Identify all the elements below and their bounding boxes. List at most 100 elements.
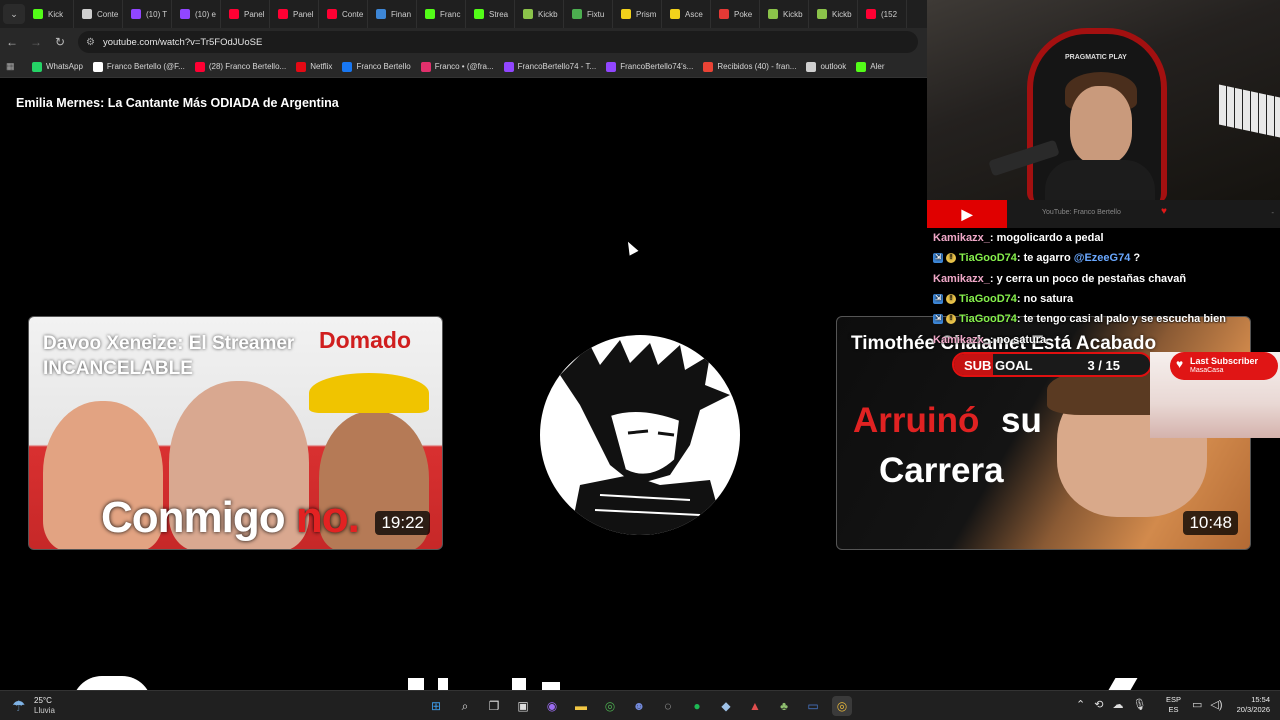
onedrive-icon[interactable]: ☁ [1112,698,1123,711]
kickbot-icon [768,9,778,19]
bookmark-item[interactable]: WhatsApp [32,61,83,72]
video-card-left[interactable]: Davoo Xeneize: El Streamer INCANCELABLE … [28,316,443,550]
chair-brand-text: PRAGMATIC PLAY [1065,54,1127,61]
browser-tab[interactable]: Fixtu [564,0,613,28]
browser-tab[interactable]: Panel [270,0,319,28]
browser-tab[interactable]: Kickb [515,0,564,28]
bookmark-label: Franco Bertello [356,62,411,71]
tab-label: Conte [342,9,364,19]
app-circle-icon[interactable]: ◉ [542,696,562,716]
chat-message: Kamikazx_: mogolicardo a pedal [933,228,1104,248]
site-info-icon[interactable]: ⚙ [86,37,95,48]
browser-tab[interactable]: Kickb [760,0,809,28]
steam-icon[interactable]: ◆ [716,696,736,716]
bookmark-item[interactable]: (28) Franco Bertello... [194,61,287,72]
browser-tab[interactable]: Prism [613,0,662,28]
bookmark-item[interactable]: Franco Bertello [342,61,411,72]
cap-image [309,373,429,413]
weather-rain-icon[interactable]: ☂ [12,697,25,715]
network-icon[interactable]: ▭ [1192,698,1202,711]
browser-tab[interactable]: Finan [368,0,417,28]
chrome-icon[interactable]: ◎ [600,696,620,716]
bookmark-item[interactable]: Franco Bertello (@F... [92,61,185,72]
bookmark-label: Franco • (@fra... [434,62,494,71]
bookmark-label: FrancoBertello74 - T... [517,62,597,71]
browser-tab[interactable]: Conte [74,0,123,28]
browser-tab[interactable]: Conte [319,0,368,28]
tab-label: Fixtu [587,9,605,19]
thumbnail-overlay-text: Domado [319,327,411,353]
tab-label: Kickb [783,9,803,19]
chat-text-part: : no satura [989,333,1047,346]
prism-icon [621,9,631,19]
language-indicator[interactable]: ESP ES [1166,695,1181,715]
browser-tab[interactable]: Kickb [809,0,858,28]
chat-text: : mogolicardo a pedal [990,232,1104,244]
search-icon[interactable]: ⌕ [455,696,475,716]
browser-tab[interactable]: Strea [466,0,515,28]
page-title[interactable]: Emilia Mernes: La Cantante Más ODIADA de… [16,96,339,110]
tray-app-icon[interactable]: ⟲ [1094,698,1103,711]
tab-search-button[interactable]: ⌄ [3,4,25,24]
browser-tab[interactable]: (152 [858,0,907,28]
clock[interactable]: 15:54 20/3/2026 [1228,695,1270,715]
youtube-banner: ▶ YouTube: Franco Bertello ♥ - [927,200,1280,228]
microphone-icon[interactable]: 🎙︎ [1132,698,1146,711]
browser-tab[interactable]: Asce [662,0,711,28]
bookmark-item[interactable]: Recibidos (40) - fran... [703,61,796,72]
keyboard-code: ES [1168,705,1179,714]
windows-start-icon[interactable]: ⊞ [426,696,446,716]
bookmark-item[interactable]: outlook [806,61,846,72]
weather-temperature[interactable]: 25°C [34,696,52,705]
apps-grid-icon[interactable]: ▦ [6,61,20,72]
bookmarks-bar: ▦ WhatsApp Franco Bertello (@F... (28) Fra… [0,56,927,78]
reload-button[interactable]: ↻ [48,30,72,54]
moderator-badge-icon: ⇲ [933,314,943,325]
channel-avatar[interactable] [540,335,740,535]
piano-keys-image [1219,84,1280,140]
chat-text-part: : te agarro [1016,252,1074,265]
finance-icon [376,9,386,19]
bookmark-item[interactable]: Franco • (@fra... [420,61,494,72]
app-icon[interactable]: ♣ [774,696,794,716]
next-row-thumbnail [542,682,560,690]
gpu-icon[interactable]: ▲ [745,696,765,716]
url-text[interactable]: youtube.com/watch?v=Tr5FOdJUoSE [103,37,262,48]
volume-icon[interactable]: ◁) [1210,698,1222,711]
discord-icon[interactable]: ☻ [629,696,649,716]
tab-label: Poke [734,9,753,19]
browser-tab[interactable]: Franc [417,0,466,28]
pokeball-icon [719,9,729,19]
browser-tab[interactable]: (10) e [172,0,221,28]
video-title[interactable]: Davoo Xeneize: El Streamer INCANCELABLE [43,331,323,381]
tab-label: Prism [636,9,657,19]
chat-mention: @EzeeG74 [1073,252,1131,265]
kick-icon [474,9,484,19]
file-explorer-icon[interactable]: ▬ [571,696,591,716]
widgets-icon[interactable]: ▣ [513,696,533,716]
chevron-up-icon[interactable]: ⌃ [1076,698,1085,711]
bookmark-item[interactable]: FrancoBertello74's... [606,61,693,72]
browser-tab[interactable]: Kick [25,0,74,28]
tab-label: Finan [391,9,412,19]
task-view-icon[interactable]: ❐ [484,696,504,716]
bookmark-label: (28) Franco Bertello... [208,62,287,71]
tab-label: Panel [293,9,314,19]
address-bar[interactable]: ⚙ youtube.com/watch?v=Tr5FOdJUoSE [78,31,918,53]
tab-label: (152 [881,9,898,19]
bookmark-item[interactable]: Netflix [296,61,332,72]
browser-tab[interactable]: Panel [221,0,270,28]
browser-tab[interactable]: Poke [711,0,760,28]
spotify-icon[interactable]: ● [687,696,707,716]
back-button[interactable]: ← [0,30,24,54]
chrome-active-icon[interactable]: ◎ [832,696,852,716]
window-icon[interactable]: ▭ [803,696,823,716]
browser-tab[interactable]: (10) T [123,0,172,28]
obs-icon[interactable]: ◌ [658,696,678,716]
streamer-face-image [1070,86,1132,164]
bookmark-item[interactable]: FrancoBertello74 - T... [503,61,597,72]
forward-button[interactable]: → [24,30,48,54]
bookmark-item[interactable]: Aler [856,61,884,72]
last-subscriber-name: MasaCasa [1190,367,1224,374]
weather-description[interactable]: Lluvia [34,706,55,715]
